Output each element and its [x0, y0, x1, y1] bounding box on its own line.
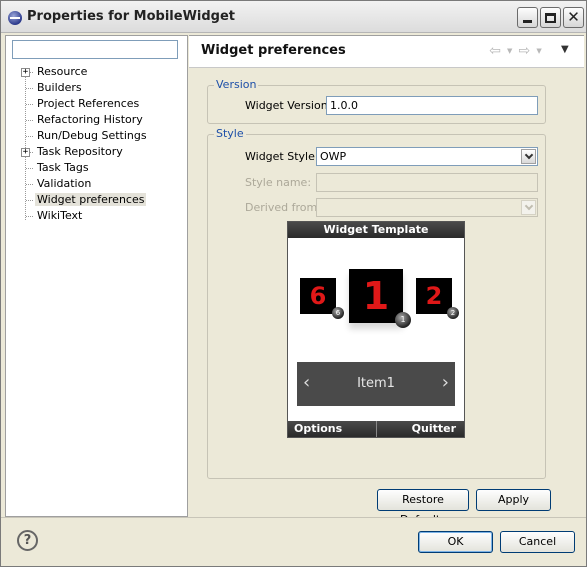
- expand-icon[interactable]: +: [21, 148, 30, 157]
- property-page-tree: + Resource Builders Project References R…: [5, 35, 188, 517]
- apply-button[interactable]: Apply: [476, 489, 551, 511]
- widget-style-label: Widget Style:: [245, 150, 319, 163]
- forward-history-dropdown-icon[interactable]: ▼: [536, 47, 541, 55]
- tree-item-task-tags[interactable]: Task Tags: [6, 160, 187, 176]
- filter-input[interactable]: [12, 40, 178, 59]
- tree-item-label: Widget preferences: [35, 193, 147, 206]
- preview-tile-selected: 1: [349, 269, 403, 323]
- forward-arrow-icon[interactable]: ⇨: [516, 43, 532, 59]
- title-bar[interactable]: Properties for MobileWidget ✕: [1, 1, 586, 33]
- property-page: Widget preferences ⇦ ▼ ⇨ ▼ ▼ Version Wid…: [189, 35, 584, 526]
- tile-label: 6: [309, 282, 327, 310]
- maximize-button[interactable]: [540, 7, 561, 28]
- properties-dialog: Properties for MobileWidget ✕ + Resource…: [0, 0, 587, 567]
- minimize-button[interactable]: [517, 7, 538, 28]
- tree-item-label: Task Tags: [37, 161, 89, 174]
- back-history-dropdown-icon[interactable]: ▼: [507, 47, 512, 55]
- item-label: Item1: [357, 376, 395, 391]
- widget-version-field[interactable]: 1.0.0: [326, 96, 538, 115]
- close-button[interactable]: ✕: [563, 7, 584, 28]
- tree-item-validation[interactable]: Validation: [6, 176, 187, 192]
- cancel-button[interactable]: Cancel: [500, 531, 575, 553]
- restore-defaults-button[interactable]: Restore Defaults: [377, 489, 469, 526]
- dialog-button-bar: ? OK Cancel: [1, 517, 586, 566]
- tree-item-refactoring-history[interactable]: Refactoring History: [6, 112, 187, 128]
- maximize-icon: [545, 12, 556, 23]
- tree-item-label: Run/Debug Settings: [37, 129, 147, 142]
- widget-style-select[interactable]: OWP: [316, 147, 538, 166]
- left-softkey: Options: [294, 422, 343, 435]
- help-icon[interactable]: ?: [17, 530, 38, 551]
- tree-item-label: Builders: [37, 81, 82, 94]
- widget-style-value: OWP: [320, 150, 347, 163]
- tree-item-wikitext[interactable]: WikiText: [6, 208, 187, 224]
- tile-badge: 1: [395, 312, 411, 328]
- tree-item-task-repository[interactable]: + Task Repository: [6, 144, 187, 160]
- softkey-separator: [376, 421, 377, 437]
- preview-title: Widget Template: [288, 222, 464, 238]
- softkey-bar: Options Quitter: [288, 421, 464, 437]
- widget-version-label: Widget Version:: [245, 99, 332, 112]
- tree-item-resource[interactable]: + Resource: [6, 64, 187, 80]
- tree-item-label: Project References: [37, 97, 140, 110]
- version-group: Version Widget Version: 1.0.0: [207, 78, 546, 124]
- chevron-down-icon: [521, 200, 536, 215]
- tile-label: 2: [425, 282, 443, 310]
- expand-icon[interactable]: +: [21, 68, 30, 77]
- widget-template-preview: Widget Template 6 6 1 1 2 2 ‹ Item1 › Op…: [287, 221, 465, 438]
- style-name-label: Style name:: [245, 176, 312, 189]
- tile-label: 1: [362, 274, 390, 318]
- page-navigation: ⇦ ▼ ⇨ ▼: [487, 43, 542, 59]
- eclipse-icon: [8, 11, 22, 25]
- derived-from-select: [316, 198, 538, 217]
- chevron-right-icon: ›: [441, 372, 449, 393]
- preview-tile: 2: [416, 278, 452, 314]
- minimize-icon: [523, 20, 532, 23]
- derived-from-label: Derived from:: [245, 201, 321, 214]
- tree-item-label: WikiText: [37, 209, 83, 222]
- tree-item-label: Validation: [37, 177, 92, 190]
- page-header: Widget preferences ⇦ ▼ ⇨ ▼ ▼: [189, 36, 584, 68]
- right-softkey: Quitter: [411, 422, 456, 435]
- chevron-left-icon: ‹: [303, 372, 311, 393]
- window-title: Properties for MobileWidget: [27, 9, 236, 24]
- preview-tile: 6: [300, 278, 336, 314]
- tree-item-label: Task Repository: [37, 145, 123, 158]
- tree-item-label: Refactoring History: [37, 113, 143, 126]
- style-name-field: [316, 173, 538, 192]
- tree-item-widget-preferences[interactable]: Widget preferences: [6, 192, 187, 208]
- tree-item-label: Resource: [37, 65, 88, 78]
- view-menu-icon[interactable]: ▼: [561, 44, 569, 55]
- item-selector-bar: ‹ Item1 ›: [297, 362, 455, 406]
- tree-item-project-references[interactable]: Project References: [6, 96, 187, 112]
- tree-item-run-debug-settings[interactable]: Run/Debug Settings: [6, 128, 187, 144]
- tree-item-builders[interactable]: Builders: [6, 80, 187, 96]
- tile-badge: 6: [332, 307, 344, 319]
- page-title: Widget preferences: [201, 43, 346, 58]
- style-group-label: Style: [214, 127, 246, 140]
- chevron-down-icon[interactable]: [521, 149, 536, 164]
- tile-badge: 2: [447, 307, 459, 319]
- close-icon: ✕: [567, 8, 580, 26]
- version-group-label: Version: [214, 78, 259, 91]
- tree-list: + Resource Builders Project References R…: [6, 64, 187, 224]
- back-arrow-icon[interactable]: ⇦: [487, 43, 503, 59]
- ok-button[interactable]: OK: [418, 531, 493, 553]
